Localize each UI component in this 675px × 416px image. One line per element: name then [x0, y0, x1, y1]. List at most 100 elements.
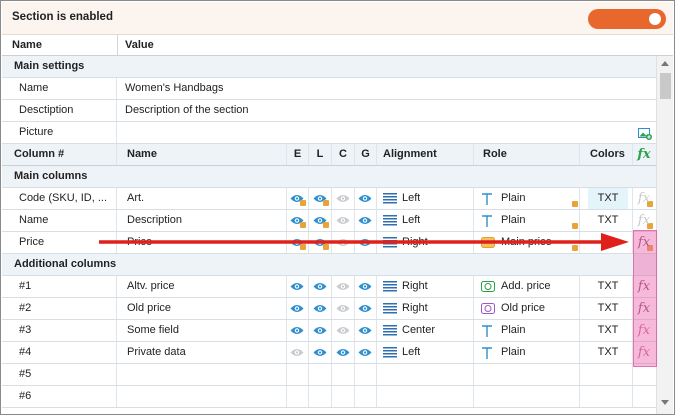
colors-value[interactable]: TXT — [588, 320, 628, 341]
visible-l-eye-icon[interactable] — [313, 282, 327, 291]
colors-value[interactable]: TXT — [588, 276, 628, 297]
vertical-scrollbar[interactable] — [656, 56, 673, 414]
colors-value[interactable]: TXT — [588, 210, 628, 231]
visible-e-eye-icon[interactable] — [290, 348, 304, 357]
formula-icon[interactable]: fx — [632, 210, 656, 231]
section-enabled-toggle[interactable] — [588, 9, 666, 29]
align-lines-icon — [383, 237, 397, 248]
visible-c-eye-icon[interactable] — [336, 238, 350, 247]
visible-l-eye-icon[interactable] — [313, 326, 327, 335]
visible-g-eye-icon[interactable] — [358, 238, 372, 247]
visible-g-eye-icon[interactable] — [358, 348, 372, 357]
setting-row-name[interactable]: Name Women's Handbags — [2, 78, 656, 100]
column-row[interactable]: #2 Old price Right Old price TXT fx — [2, 298, 656, 320]
visible-l-eye-icon[interactable] — [313, 348, 327, 357]
alignment-value[interactable]: Left — [402, 210, 420, 231]
visible-c-eye-icon[interactable] — [336, 282, 350, 291]
section-main-settings[interactable]: Main settings — [2, 56, 656, 78]
visible-c-eye-icon[interactable] — [336, 194, 350, 203]
visible-g-eye-icon[interactable] — [358, 304, 372, 313]
role-value[interactable]: Old price — [501, 298, 545, 319]
column-name[interactable]: Altv. price — [127, 276, 282, 297]
section-enabled-label: Section is enabled — [12, 11, 113, 23]
visible-l-eye-icon[interactable] — [313, 304, 327, 313]
column-header-g: G — [361, 148, 370, 160]
formula-icon[interactable]: fx — [632, 188, 656, 209]
colors-value[interactable]: TXT — [588, 342, 628, 363]
lock-icon — [572, 223, 578, 229]
alignment-value[interactable]: Right — [402, 232, 428, 253]
column-row[interactable]: Price Price Right Main price fx — [2, 232, 656, 254]
section-main-columns[interactable]: Main columns — [2, 166, 656, 188]
column-name[interactable]: Art. — [127, 188, 282, 209]
column-number: Name — [19, 214, 49, 226]
role-value[interactable]: Plain — [501, 210, 525, 231]
column-row[interactable]: #4 Private data Left Plain TXT fx — [2, 342, 656, 364]
visible-g-eye-icon[interactable] — [358, 282, 372, 291]
role-value[interactable]: Plain — [501, 320, 525, 341]
visible-c-eye-icon[interactable] — [336, 216, 350, 225]
text-role-icon — [482, 215, 492, 227]
column-number: #1 — [19, 280, 32, 292]
align-lines-icon — [383, 215, 397, 226]
visible-e-eye-icon[interactable] — [290, 326, 304, 335]
visible-g-eye-icon[interactable] — [358, 194, 372, 203]
column-name[interactable] — [127, 364, 282, 385]
role-value[interactable]: Add. price — [501, 276, 551, 297]
column-name[interactable] — [127, 386, 282, 407]
alignment-value[interactable]: Right — [402, 298, 428, 319]
align-lines-icon — [383, 303, 397, 314]
setting-value[interactable]: Women's Handbags — [125, 78, 224, 99]
visible-c-eye-icon[interactable] — [336, 348, 350, 357]
column-name[interactable]: Price — [127, 232, 282, 253]
section-title: Main columns — [14, 170, 88, 182]
setting-row-picture[interactable]: Picture — [2, 122, 656, 144]
column-header-l: L — [316, 148, 324, 160]
visible-g-eye-icon[interactable] — [358, 326, 372, 335]
role-value[interactable]: Plain — [501, 342, 525, 363]
alignment-value[interactable]: Left — [402, 188, 420, 209]
role-value[interactable]: Main price — [501, 232, 552, 253]
column-row[interactable]: Code (SKU, ID, ... Art. Left Plain TXT fx — [2, 188, 656, 210]
column-header-name: Name — [127, 148, 157, 160]
column-row[interactable]: #1 Altv. price Right Add. price TXT fx — [2, 276, 656, 298]
column-number: #5 — [19, 368, 32, 380]
column-name[interactable]: Some field — [127, 320, 282, 341]
colors-value[interactable] — [588, 232, 628, 253]
column-row[interactable]: #5 — [2, 364, 656, 386]
header-value: Value — [125, 39, 154, 51]
column-row[interactable]: #3 Some field Center Plain TXT fx — [2, 320, 656, 342]
lock-icon — [572, 245, 578, 251]
toggle-knob — [649, 13, 661, 25]
setting-label: Desctiption — [19, 104, 74, 116]
role-value[interactable]: Plain — [501, 188, 525, 209]
column-name[interactable]: Description — [127, 210, 282, 231]
column-header-role: Role — [483, 148, 507, 160]
setting-label: Name — [19, 82, 49, 94]
setting-row-description[interactable]: Desctiption Description of the section — [2, 100, 656, 122]
column-name[interactable]: Old price — [127, 298, 282, 319]
setting-value[interactable]: Description of the section — [125, 100, 249, 121]
text-role-icon — [482, 347, 492, 359]
scroll-thumb[interactable] — [660, 73, 671, 99]
scroll-up-arrow-icon[interactable] — [661, 61, 669, 66]
image-picker-icon[interactable] — [638, 127, 652, 140]
colors-value[interactable]: TXT — [588, 188, 628, 209]
scroll-down-arrow-icon[interactable] — [661, 400, 669, 405]
section-additional-columns[interactable]: Additional columns — [2, 254, 656, 276]
column-header-number: Column # — [14, 148, 65, 160]
visible-e-eye-icon[interactable] — [290, 304, 304, 313]
visible-c-eye-icon[interactable] — [336, 326, 350, 335]
column-name[interactable]: Private data — [127, 342, 282, 363]
section-title: Main settings — [14, 60, 85, 72]
column-row[interactable]: #6 — [2, 386, 656, 408]
visible-c-eye-icon[interactable] — [336, 304, 350, 313]
alignment-value[interactable]: Right — [402, 276, 428, 297]
visible-g-eye-icon[interactable] — [358, 216, 372, 225]
visible-e-eye-icon[interactable] — [290, 282, 304, 291]
alignment-value[interactable]: Center — [402, 320, 435, 341]
colors-value[interactable]: TXT — [588, 298, 628, 319]
lock-icon — [300, 244, 306, 250]
alignment-value[interactable]: Left — [402, 342, 420, 363]
column-row[interactable]: Name Description Left Plain TXT fx — [2, 210, 656, 232]
